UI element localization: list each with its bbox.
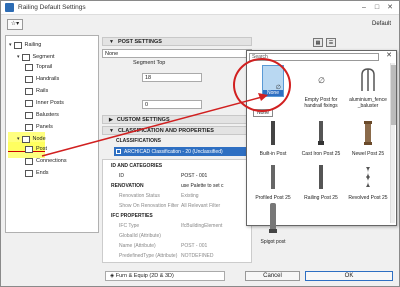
annotation-arrow xyxy=(41,93,268,157)
